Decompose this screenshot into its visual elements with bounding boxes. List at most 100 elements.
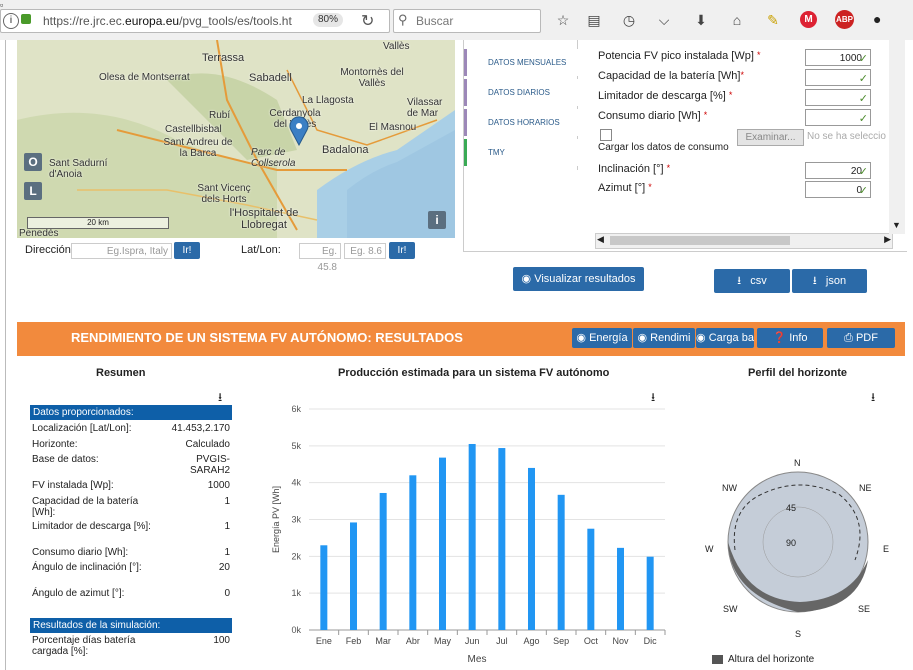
- summary-row: Base de datos: PVGIS-SARAH2: [32, 454, 230, 478]
- horizon-n: N: [794, 458, 801, 468]
- battery-charge-button[interactable]: ◉ Carga ba: [696, 328, 754, 348]
- tab-tmy[interactable]: TMY: [464, 139, 578, 166]
- summary-value: 41.453,2.170: [171, 423, 230, 434]
- home-icon[interactable]: ⌂: [728, 12, 746, 28]
- browse-button[interactable]: Examinar...: [737, 129, 804, 146]
- x-tick-label: Abr: [406, 636, 420, 646]
- map-label: l'Hospitalet de Llobregat: [229, 207, 299, 231]
- reload-icon[interactable]: ↻: [361, 11, 374, 31]
- summary-row: FV instalada [Wp]: 1000: [32, 480, 230, 494]
- horizon-e: E: [883, 544, 890, 554]
- info-button[interactable]: ❓ Info: [757, 328, 823, 348]
- map-label: Parc de Collserola: [251, 147, 296, 169]
- summary-value: 20: [218, 562, 230, 573]
- summary-key: FV instalada [Wp]:: [32, 480, 114, 491]
- energy-button[interactable]: ◉ Energía: [572, 328, 632, 348]
- tab-datos-mensuales[interactable]: DATOS MENSUALES: [464, 49, 578, 76]
- bar: [468, 443, 476, 630]
- search-input[interactable]: ⚲ Buscar: [393, 9, 541, 33]
- bookmark-star-icon[interactable]: ☆: [554, 12, 572, 28]
- horizontal-scrollbar[interactable]: ◀ ▶: [595, 233, 893, 249]
- inclination-input[interactable]: 20 ✓: [805, 162, 871, 179]
- map[interactable]: Terrassa Sabadell Vallès Montornès del V…: [17, 40, 455, 238]
- battery-capacity-input[interactable]: 1✓: [805, 69, 871, 86]
- latlon-label: Lat/Lon:: [241, 244, 281, 256]
- scroll-down-icon[interactable]: ▼: [892, 220, 901, 230]
- pocket-icon[interactable]: ⌵: [655, 12, 673, 28]
- download-icon[interactable]: ⬇: [692, 12, 710, 28]
- address-bar[interactable]: i https://re.jrc.ec.europa.eu/pvg_tools/…: [0, 9, 390, 33]
- map-osm-button[interactable]: O: [24, 153, 42, 171]
- map-label: Vilassar de Mar: [407, 97, 443, 119]
- adblock-icon[interactable]: ABP: [835, 10, 854, 29]
- extension-icon[interactable]: ✎: [764, 12, 782, 28]
- results-title: RENDIMIENTO DE UN SISTEMA FV AUTÓNOMO: R…: [71, 330, 463, 345]
- daily-consumption-input[interactable]: 1✓: [805, 109, 871, 126]
- latlon-go-button[interactable]: Ir!: [389, 242, 415, 259]
- map-label: El Masnou: [369, 122, 417, 133]
- performance-button[interactable]: ◉ Rendimi: [633, 328, 695, 348]
- x-tick-label: Mar: [375, 636, 391, 646]
- location-marker-icon[interactable]: [289, 116, 309, 146]
- bar: [439, 457, 446, 630]
- lon-input[interactable]: Eg. 8.6: [344, 243, 386, 259]
- map-layer-button[interactable]: L: [24, 182, 42, 200]
- summary-key: Base de datos:: [32, 454, 99, 465]
- horizon-s: S: [795, 629, 802, 639]
- json-download-button[interactable]: ⭳ json: [792, 269, 867, 293]
- discharge-limit-input[interactable]: 1✓: [805, 89, 871, 106]
- lock-icon: [21, 14, 31, 24]
- scroll-thumb[interactable]: [610, 236, 790, 245]
- profile-icon[interactable]: ●: [873, 11, 891, 27]
- summary-value: 1: [224, 496, 230, 507]
- url-text[interactable]: https://re.jrc.ec.europa.eu/pvg_tools/es…: [43, 14, 292, 28]
- x-tick-label: Ene: [316, 636, 332, 646]
- x-tick-label: Ago: [523, 636, 539, 646]
- horizon-nw: NW: [722, 483, 737, 493]
- summary-key: Limitador de descarga [%]:: [32, 521, 151, 532]
- load-consumption-checkbox[interactable]: [600, 129, 612, 141]
- mega-icon[interactable]: M: [800, 11, 817, 28]
- visualize-results-button[interactable]: ◉ Visualizar resultados: [513, 267, 644, 291]
- bar: [409, 475, 417, 630]
- page-divider: [5, 40, 6, 670]
- horizon-download-icon[interactable]: ⭳: [871, 388, 875, 409]
- reading-list-icon[interactable]: ▤: [585, 12, 603, 28]
- address-go-button[interactable]: Ir!: [174, 242, 200, 259]
- map-label: Terrassa: [202, 52, 245, 64]
- horizon-plot: [727, 471, 869, 613]
- history-icon[interactable]: ◷: [620, 12, 638, 28]
- bar: [557, 494, 565, 630]
- vertical-scrollbar[interactable]: ▼: [889, 40, 905, 234]
- map-label: Montornès del Vallès: [340, 67, 404, 89]
- csv-download-button[interactable]: ⭳ csv: [714, 269, 790, 293]
- eye-icon: ◉: [576, 332, 586, 344]
- summary-row: Porcentaje días batería cargada [%]: 100: [32, 635, 230, 659]
- summary-row: Ángulo de inclinación [°]: 20: [32, 562, 230, 586]
- pv-power-input[interactable]: 1000 ✓: [805, 49, 871, 66]
- summary-value: PVGIS-SARAH2: [189, 454, 230, 476]
- pv-power-label: Potencia FV pico instalada [Wp] *: [598, 50, 761, 62]
- summary-key: Ángulo de azimut [°]:: [32, 588, 125, 599]
- search-icon: ⚲: [398, 12, 408, 27]
- y-tick-label: 1k: [291, 588, 301, 598]
- tab-datos-horarios[interactable]: DATOS HORARIOS: [464, 109, 578, 136]
- azimuth-input[interactable]: 0 ✓: [805, 181, 871, 198]
- lat-input[interactable]: Eg. 45.8: [299, 243, 341, 273]
- pdf-button[interactable]: ⎙ PDF: [827, 328, 895, 348]
- address-input[interactable]: Eg.Ispra, Italy: [71, 243, 172, 259]
- scroll-left-icon[interactable]: ◀: [597, 234, 604, 245]
- summary-key: Capacidad de la batería [Wh]:: [32, 496, 139, 518]
- map-scale: 20 km: [27, 217, 169, 229]
- load-consumption-label: Cargar los datos de consumo: [598, 142, 729, 153]
- tab-datos-diarios[interactable]: DATOS DIARIOS: [464, 79, 578, 106]
- scroll-right-icon[interactable]: ▶: [884, 234, 891, 245]
- info-icon[interactable]: i: [3, 13, 19, 29]
- info-icon: ❓: [772, 332, 787, 344]
- summary-row: Localización [Lat/Lon]: 41.453,2.170: [32, 423, 230, 437]
- map-label: Rubí: [209, 110, 231, 121]
- summary-value: 1: [224, 521, 230, 532]
- zoom-indicator[interactable]: 80%: [313, 13, 343, 27]
- map-info-button[interactable]: i: [428, 211, 446, 229]
- summary-row: Limitador de descarga [%]: 1: [32, 521, 230, 545]
